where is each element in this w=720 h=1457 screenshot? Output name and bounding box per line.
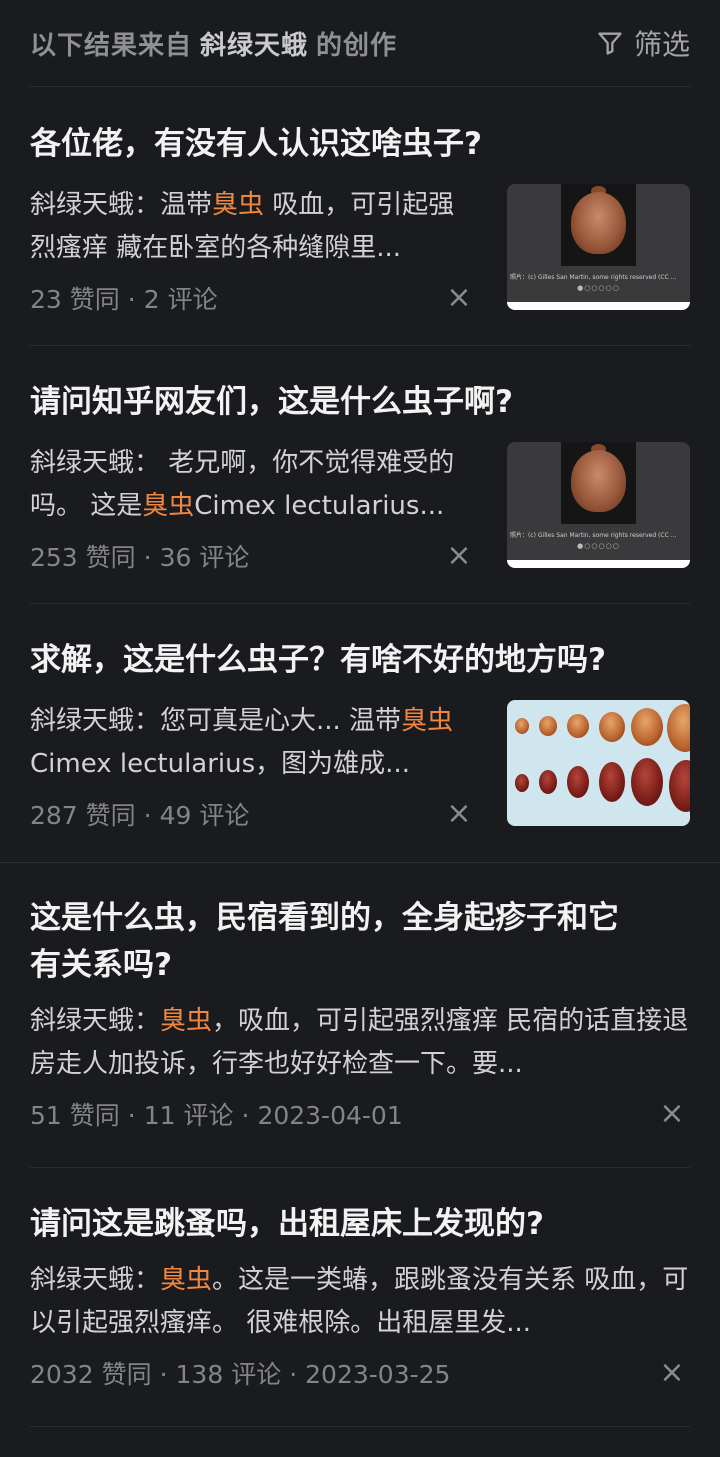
header-author[interactable]: 斜绿天蛾 (200, 31, 308, 61)
bedbug-mark (539, 770, 557, 794)
header-suffix: 的创作 (316, 30, 398, 61)
bedbug-photo (561, 442, 636, 524)
likes-count: 287 赞同 (30, 801, 136, 830)
comments-count: 36 评论 (159, 543, 250, 572)
bedbug-mark (515, 774, 529, 792)
likes-count: 253 赞同 (30, 543, 136, 572)
result-thumbnail[interactable] (507, 700, 690, 826)
result-title-line2[interactable]: 有关系吗? (30, 942, 690, 989)
result-card[interactable]: 各位佬，有没有人认识这啥虫子? 斜绿天蛾：温带臭虫 吸血，可引起强烈瘙痒 藏在卧… (0, 87, 720, 345)
result-excerpt[interactable]: 斜绿天蛾：温带臭虫 吸血，可引起强烈瘙痒 藏在卧室的各种缝隙里... (30, 184, 477, 270)
result-card[interactable]: 这是什么虫，民宿看到的，全身起疹子和它 有关系吗? 斜绿天蛾：臭虫，吸血，可引起… (0, 863, 720, 1167)
result-meta: 2032 赞同 · 138 评论 · 2023-03-25 × (30, 1353, 690, 1393)
comments-count: 49 评论 (159, 801, 250, 830)
header-prefix: 以下结果来自 (30, 30, 193, 61)
result-excerpt[interactable]: 斜绿天蛾：臭虫。这是一类蝽，跟跳蚤没有关系 吸血，可以引起强烈瘙痒。 很难根除。… (30, 1259, 690, 1345)
thumbnail-caption: 照片：(c) Gilles San Martin, some rights re… (510, 274, 677, 281)
post-date: 2023-04-01 (257, 1101, 403, 1130)
close-icon[interactable]: × (441, 794, 477, 834)
filter-icon (598, 32, 622, 55)
result-thumbnail[interactable]: 照片：(c) Gilles San Martin, some rights re… (507, 184, 690, 310)
result-title[interactable]: 求解，这是什么虫子？有啥不好的地方吗? (30, 604, 690, 684)
comments-count: 138 评论 (175, 1360, 282, 1389)
keyword-highlight: 臭虫 (142, 491, 195, 521)
carousel-dots: ●○○○○○ (577, 284, 620, 292)
result-excerpt[interactable]: 斜绿天蛾：您可真是心大... 温带臭虫Cimex lectularius，图为雄… (30, 700, 477, 786)
close-icon[interactable]: × (441, 278, 477, 318)
divider (30, 1426, 690, 1427)
keyword-highlight: 臭虫 (160, 1006, 213, 1036)
result-title[interactable]: 各位佬，有没有人认识这啥虫子? (30, 87, 690, 168)
result-card[interactable]: 请问知乎网友们，这是什么虫子啊? 斜绿天蛾： 老兄啊，你不觉得难受的吗。 这是臭… (0, 346, 720, 603)
result-card[interactable]: 求解，这是什么虫子？有啥不好的地方吗? 斜绿天蛾：您可真是心大... 温带臭虫C… (0, 604, 720, 862)
result-thumbnail[interactable]: 照片：(c) Gilles San Martin, some rights re… (507, 442, 690, 568)
close-icon[interactable]: × (654, 1353, 690, 1393)
result-title[interactable]: 这是什么虫，民宿看到的，全身起疹子和它 (30, 863, 690, 942)
bedbug-mark (599, 712, 625, 742)
bedbug-photo (561, 184, 636, 266)
bedbug-mark (631, 758, 663, 806)
bedbug-mark (667, 704, 690, 752)
likes-count: 51 赞同 (30, 1101, 120, 1130)
bedbug-mark (539, 716, 557, 736)
result-title[interactable]: 请问这是跳蚤吗，出租屋床上发现的? (30, 1168, 690, 1248)
close-icon[interactable]: × (441, 536, 477, 576)
keyword-highlight: 臭虫 (160, 1265, 213, 1295)
result-title[interactable]: 请问知乎网友们，这是什么虫子啊? (30, 346, 690, 426)
bedbug-mark (567, 766, 589, 798)
filter-button[interactable]: 筛选 (596, 23, 690, 63)
close-icon[interactable]: × (654, 1094, 690, 1134)
bedbug-mark (669, 760, 690, 812)
result-meta: 51 赞同 · 11 评论 · 2023-04-01 × (30, 1094, 690, 1134)
results-header: 以下结果来自 斜绿天蛾 的创作 筛选 (0, 0, 720, 86)
header-source-text: 以下结果来自 斜绿天蛾 的创作 (30, 25, 397, 62)
bedbug-mark (599, 762, 625, 802)
result-excerpt[interactable]: 斜绿天蛾： 老兄啊，你不觉得难受的吗。 这是臭虫Cimex lectulariu… (30, 442, 477, 528)
keyword-highlight: 臭虫 (212, 190, 265, 220)
keyword-highlight: 臭虫 (401, 706, 454, 736)
post-date: 2023-03-25 (305, 1360, 451, 1389)
result-card[interactable]: 请问这是跳蚤吗，出租屋床上发现的? 斜绿天蛾：臭虫。这是一类蝽，跟跳蚤没有关系 … (0, 1168, 720, 1426)
bedbug-mark (515, 718, 529, 734)
likes-count: 2032 赞同 (30, 1360, 152, 1389)
filter-label: 筛选 (633, 28, 690, 61)
result-meta: 287 赞同 · 49 评论 × (30, 794, 477, 834)
result-meta: 253 赞同 · 36 评论 × (30, 536, 477, 576)
result-excerpt[interactable]: 斜绿天蛾：臭虫，吸血，可引起强烈瘙痒 民宿的话直接退房走人加投诉，行李也好好检查… (30, 1000, 690, 1086)
result-meta: 23 赞同 · 2 评论 × (30, 278, 477, 318)
bedbug-mark (631, 708, 663, 746)
thumbnail-caption: 照片：(c) Gilles San Martin, some rights re… (510, 532, 677, 539)
comments-count: 11 评论 (143, 1101, 234, 1130)
likes-count: 23 赞同 (30, 285, 120, 314)
bedbug-mark (567, 714, 589, 738)
carousel-dots: ●○○○○○ (577, 542, 620, 550)
comments-count: 2 评论 (143, 285, 218, 314)
